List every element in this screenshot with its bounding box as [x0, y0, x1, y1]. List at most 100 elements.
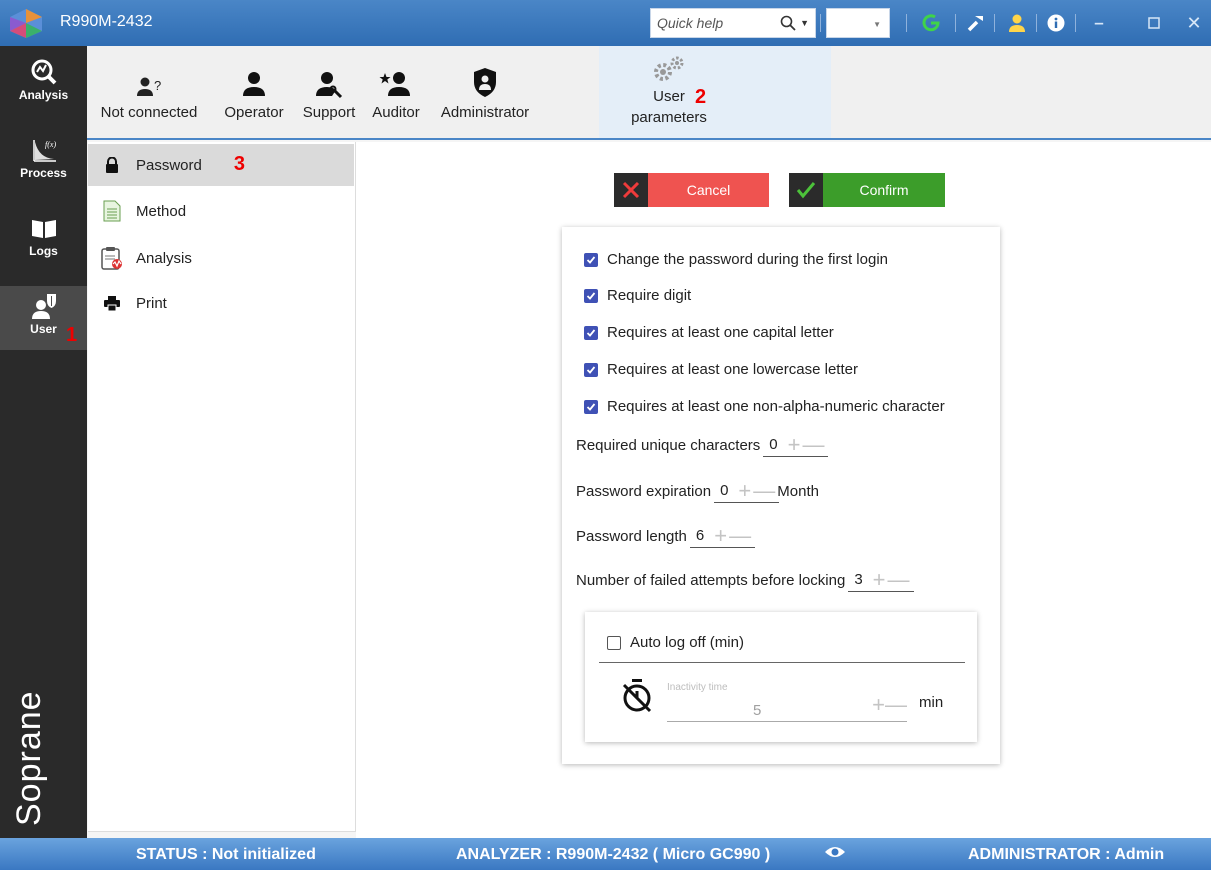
toolbar-divider: [906, 14, 907, 32]
gears-icon: [654, 56, 684, 81]
role-label: Support: [302, 104, 356, 121]
checkbox-label: Auto log off (min): [630, 634, 744, 651]
minus-icon[interactable]: —: [802, 433, 824, 455]
analyzer-text: ANALYZER : R990M-2432 ( Micro GC990 ): [456, 846, 771, 863]
svg-text:?: ?: [154, 78, 161, 93]
operator-icon: [243, 72, 265, 96]
cancel-button[interactable]: Cancel: [614, 173, 769, 207]
expiration-field: Password expiration 0 + — Month: [576, 479, 819, 503]
checkbox-unchecked-icon[interactable]: [607, 635, 621, 650]
role-operator[interactable]: Operator: [215, 54, 293, 121]
status-text: STATUS : Not initialized: [136, 846, 316, 863]
title-bar: R990M-2432 Quick help ▼ ▼ – ✕: [0, 0, 1211, 46]
menu-item-label: Print: [136, 294, 167, 312]
check-capital-letter[interactable]: Requires at least one capital letter: [584, 324, 834, 341]
method-icon: [100, 199, 124, 223]
role-administrator[interactable]: Administrator: [427, 54, 543, 121]
cancel-label: Cancel: [648, 173, 769, 207]
printer-icon: [100, 291, 124, 315]
checkbox-label: Requires at least one lowercase letter: [607, 361, 858, 378]
chevron-down-icon[interactable]: ▼: [800, 18, 809, 28]
toolbar-divider: [820, 14, 821, 32]
auto-logoff-card: Auto log off (min) Inactivity time 5 +— …: [585, 612, 977, 742]
plus-icon[interactable]: +: [788, 433, 801, 455]
menu-item-method[interactable]: Method: [88, 190, 354, 232]
role-label: Administrator: [440, 104, 530, 121]
checkbox-checked-icon[interactable]: [584, 252, 598, 267]
length-field: Password length 6 + —: [576, 524, 756, 548]
nav-item-analysis[interactable]: Analysis: [0, 52, 87, 110]
checkbox-checked-icon[interactable]: [584, 362, 598, 377]
minus-icon[interactable]: —: [729, 524, 751, 546]
nav-label: Logs: [29, 244, 58, 258]
password-settings-area: Cancel Confirm Change the password durin…: [356, 142, 1211, 838]
minus-icon[interactable]: —: [888, 568, 910, 590]
unique-chars-stepper[interactable]: 0 + —: [763, 433, 829, 457]
user-parameters-panel: User parameters 2: [599, 46, 831, 138]
menu-item-password[interactable]: Password 3: [88, 144, 354, 186]
nav-item-logs[interactable]: Logs: [0, 208, 87, 266]
user-icon: [31, 294, 56, 319]
nav-item-process[interactable]: f(x) Process: [0, 130, 87, 188]
connect-icon[interactable]: [918, 10, 944, 36]
menu-item-analysis[interactable]: Analysis: [88, 237, 354, 279]
minus-icon[interactable]: —: [753, 479, 775, 501]
role-auditor[interactable]: Auditor: [366, 54, 426, 121]
role-support[interactable]: Support: [295, 54, 363, 121]
nav-label: Process: [20, 166, 67, 180]
role-label: Operator: [224, 104, 284, 121]
eye-icon[interactable]: [824, 844, 846, 865]
stepper-value[interactable]: 3: [854, 571, 862, 588]
confirm-label: Confirm: [823, 173, 945, 207]
checkbox-label: Requires at least one capital letter: [607, 324, 834, 341]
check-first-login[interactable]: Change the password during the first log…: [584, 251, 888, 268]
checkbox-checked-icon[interactable]: [584, 399, 598, 414]
plus-icon[interactable]: +: [714, 524, 727, 546]
role-not-connected[interactable]: ? Not connected: [93, 54, 205, 121]
stepper-value[interactable]: 0: [720, 482, 728, 499]
minimize-icon[interactable]: –: [1084, 10, 1114, 36]
inactivity-time-input[interactable]: Inactivity time 5 +—: [667, 678, 907, 722]
toolbar-divider: [1075, 14, 1076, 32]
length-stepper[interactable]: 6 + —: [689, 524, 756, 548]
quick-help-search[interactable]: Quick help ▼: [650, 8, 816, 38]
checkbox-checked-icon[interactable]: [584, 325, 598, 340]
confirm-button[interactable]: Confirm: [789, 173, 945, 207]
role-toolbar: ? Not connected Operator Support Auditor…: [87, 46, 1211, 140]
clipboard-icon: [100, 246, 124, 270]
field-label: Password length: [576, 527, 687, 545]
process-icon: f(x): [32, 140, 56, 162]
tools-icon[interactable]: [963, 10, 989, 36]
user-account-icon[interactable]: [1004, 10, 1030, 36]
failed-attempts-field: Number of failed attempts before locking…: [576, 568, 914, 592]
quick-help-placeholder: Quick help: [657, 15, 724, 31]
checkbox-label: Require digit: [607, 287, 692, 304]
check-require-digit[interactable]: Require digit: [584, 287, 691, 304]
checkbox-checked-icon[interactable]: [584, 288, 598, 303]
info-icon[interactable]: [1043, 10, 1069, 36]
expiration-stepper[interactable]: 0 + —: [714, 479, 780, 503]
nav-label: Analysis: [18, 88, 69, 102]
maximize-icon[interactable]: [1139, 10, 1169, 36]
plus-icon[interactable]: +: [873, 568, 886, 590]
inactivity-time-value[interactable]: 5: [753, 702, 761, 719]
auto-logoff-checkbox-row[interactable]: Auto log off (min): [607, 634, 744, 651]
search-icon[interactable]: ▼: [780, 15, 809, 31]
failed-attempts-stepper[interactable]: 3 + —: [848, 568, 914, 592]
svg-text:f(x): f(x): [45, 140, 56, 149]
stepper-value[interactable]: 0: [769, 436, 777, 453]
field-label: Required unique characters: [576, 436, 761, 454]
plus-minus-icon[interactable]: +—: [872, 692, 907, 718]
check-lowercase-letter[interactable]: Requires at least one lowercase letter: [584, 361, 858, 378]
instrument-combo[interactable]: ▼: [826, 8, 890, 38]
menu-item-label: Method: [136, 202, 187, 220]
cancel-x-icon: [614, 173, 648, 207]
admin-text: ADMINISTRATOR : Admin: [968, 846, 1165, 863]
check-non-alphanumeric[interactable]: Requires at least one non-alpha-numeric …: [584, 398, 945, 415]
close-icon[interactable]: ✕: [1181, 10, 1207, 36]
check-icon: [789, 173, 823, 207]
plus-icon[interactable]: +: [738, 479, 751, 501]
auditor-icon: [379, 72, 410, 96]
stepper-value[interactable]: 6: [696, 527, 704, 544]
menu-item-print[interactable]: Print: [88, 282, 354, 324]
